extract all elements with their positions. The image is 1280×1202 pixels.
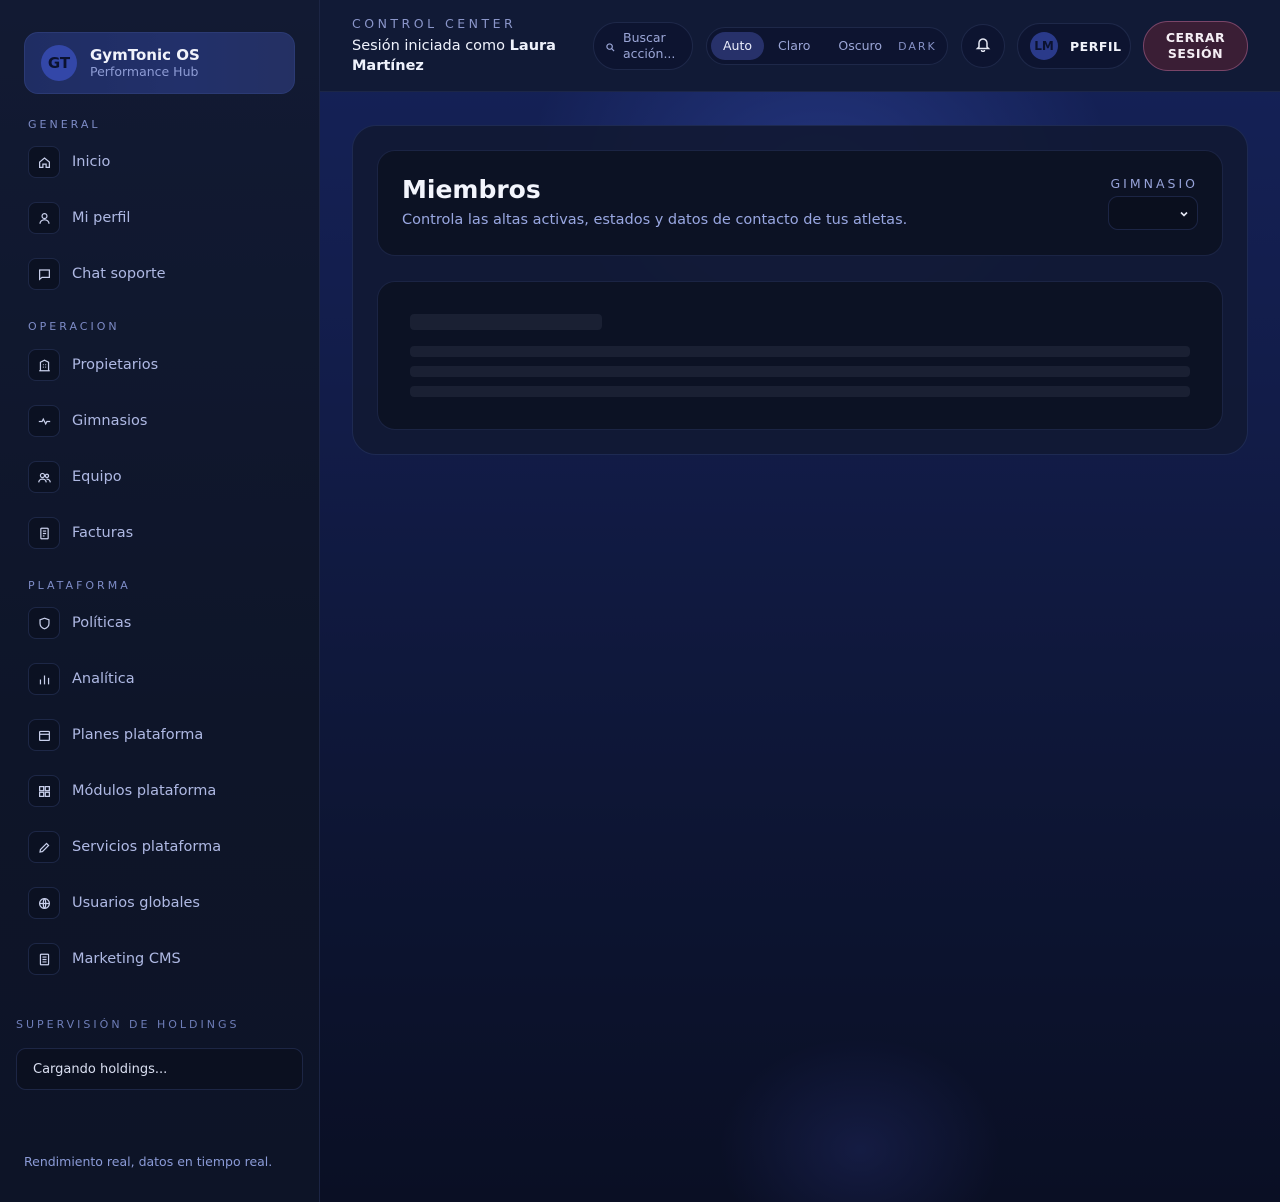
session-info: Sesión iniciada como Laura Martínez [352,36,572,76]
control-center-eyebrow: CONTROL CENTER [352,16,517,31]
receipt-icon [28,517,60,549]
sidebar-item-mi-perfil[interactable]: Mi perfil [28,201,298,235]
sidebar-item-label: Módulos plataforma [72,783,217,799]
pencil-icon [28,831,60,863]
nav-section-operacion: Operacion [28,320,120,333]
sidebar-item-modulos-plataforma[interactable]: Módulos plataforma [28,774,298,808]
sidebar: GT GymTonic OS Performance Hub General I… [0,0,320,1202]
sidebar-item-label: Propietarios [72,357,159,373]
team-icon [28,461,60,493]
sidebar-item-label: Servicios plataforma [72,839,222,855]
sidebar-item-politicas[interactable]: Políticas [28,606,298,640]
calendar-icon [28,719,60,751]
sidebar-item-planes-plataforma[interactable]: Planes plataforma [28,718,298,752]
sidebar-item-label: Mi perfil [72,210,131,226]
sidebar-item-label: Políticas [72,615,132,631]
session-prefix: Sesión iniciada como [352,38,506,54]
theme-light-button[interactable]: Claro [764,32,824,60]
sidebar-item-label: Analítica [72,671,135,687]
holdings-loading-box: Cargando holdings... [16,1048,303,1090]
profile-button[interactable]: LM PERFIL [1017,23,1131,69]
sidebar-item-label: Marketing CMS [72,951,181,967]
sidebar-item-label: Chat soporte [72,266,166,282]
sidebar-item-label: Gimnasios [72,413,148,429]
sidebar-item-label: Inicio [72,154,111,170]
nav-section-general: General [28,118,101,131]
avatar: LM [1030,32,1058,60]
nav-section-plataforma: Plataforma [28,579,131,592]
sidebar-item-label: Usuarios globales [72,895,200,911]
bar-chart-icon [28,663,60,695]
members-header-card: Miembros Controla las altas activas, est… [377,150,1223,256]
members-loading-skeleton [377,281,1223,430]
pulse-icon [28,405,60,437]
sidebar-item-equipo[interactable]: Equipo [28,460,298,494]
sidebar-item-chat-soporte[interactable]: Chat soporte [28,257,298,291]
theme-auto-button[interactable]: Auto [711,32,765,60]
brand-subtitle: Performance Hub [90,64,199,79]
skeleton-title-bar [410,314,602,330]
sidebar-item-facturas[interactable]: Facturas [28,516,298,550]
gym-filter-select[interactable] [1108,196,1198,230]
sidebar-item-propietarios[interactable]: Propietarios [28,348,298,382]
shield-icon [28,607,60,639]
sidebar-item-servicios-plataforma[interactable]: Servicios plataforma [28,830,298,864]
theme-dark-button[interactable]: Oscuro [824,32,896,60]
building-icon [28,349,60,381]
search-placeholder: Buscar acción... [623,30,676,61]
sidebar-item-analitica[interactable]: Analítica [28,662,298,696]
skeleton-line [410,386,1190,397]
brand-name: GymTonic OS [90,46,200,64]
page-title: Miembros [402,175,541,204]
bell-icon [975,36,991,56]
sidebar-item-label: Planes plataforma [72,727,204,743]
theme-switcher: Auto Claro Oscuro DARK [706,27,948,65]
topbar: CONTROL CENTER Sesión iniciada como Laur… [320,0,1280,92]
sidebar-item-label: Equipo [72,469,122,485]
sidebar-item-usuarios-globales[interactable]: Usuarios globales [28,886,298,920]
sidebar-item-inicio[interactable]: Inicio [28,145,298,179]
search-input[interactable]: Buscar acción... [593,22,693,70]
theme-current-tag: DARK [898,39,937,53]
skeleton-line [410,366,1190,377]
home-icon [28,146,60,178]
sidebar-item-gimnasios[interactable]: Gimnasios [28,404,298,438]
user-icon [28,202,60,234]
document-icon [28,943,60,975]
profile-label: PERFIL [1070,38,1122,54]
modules-icon [28,775,60,807]
gym-filter-label: GIMNASIO [1110,176,1198,191]
logout-button[interactable]: CERRAR SESIÓN [1143,21,1248,71]
page-subtitle: Controla las altas activas, estados y da… [402,212,908,228]
members-panel: Miembros Controla las altas activas, est… [352,125,1248,455]
sidebar-footer-text: Rendimiento real, datos en tiempo real. [24,1154,273,1169]
main-content: CONTROL CENTER Sesión iniciada como Laur… [320,0,1280,1202]
holdings-title: Supervisión de holdings [16,1018,240,1031]
notifications-button[interactable] [961,24,1005,68]
skeleton-line [410,346,1190,357]
sidebar-item-marketing-cms[interactable]: Marketing CMS [28,942,298,976]
globe-icon [28,887,60,919]
brand-card[interactable]: GT GymTonic OS Performance Hub [24,32,295,94]
sidebar-item-label: Facturas [72,525,134,541]
chat-icon [28,258,60,290]
search-icon [606,37,615,56]
brand-avatar: GT [41,45,77,81]
